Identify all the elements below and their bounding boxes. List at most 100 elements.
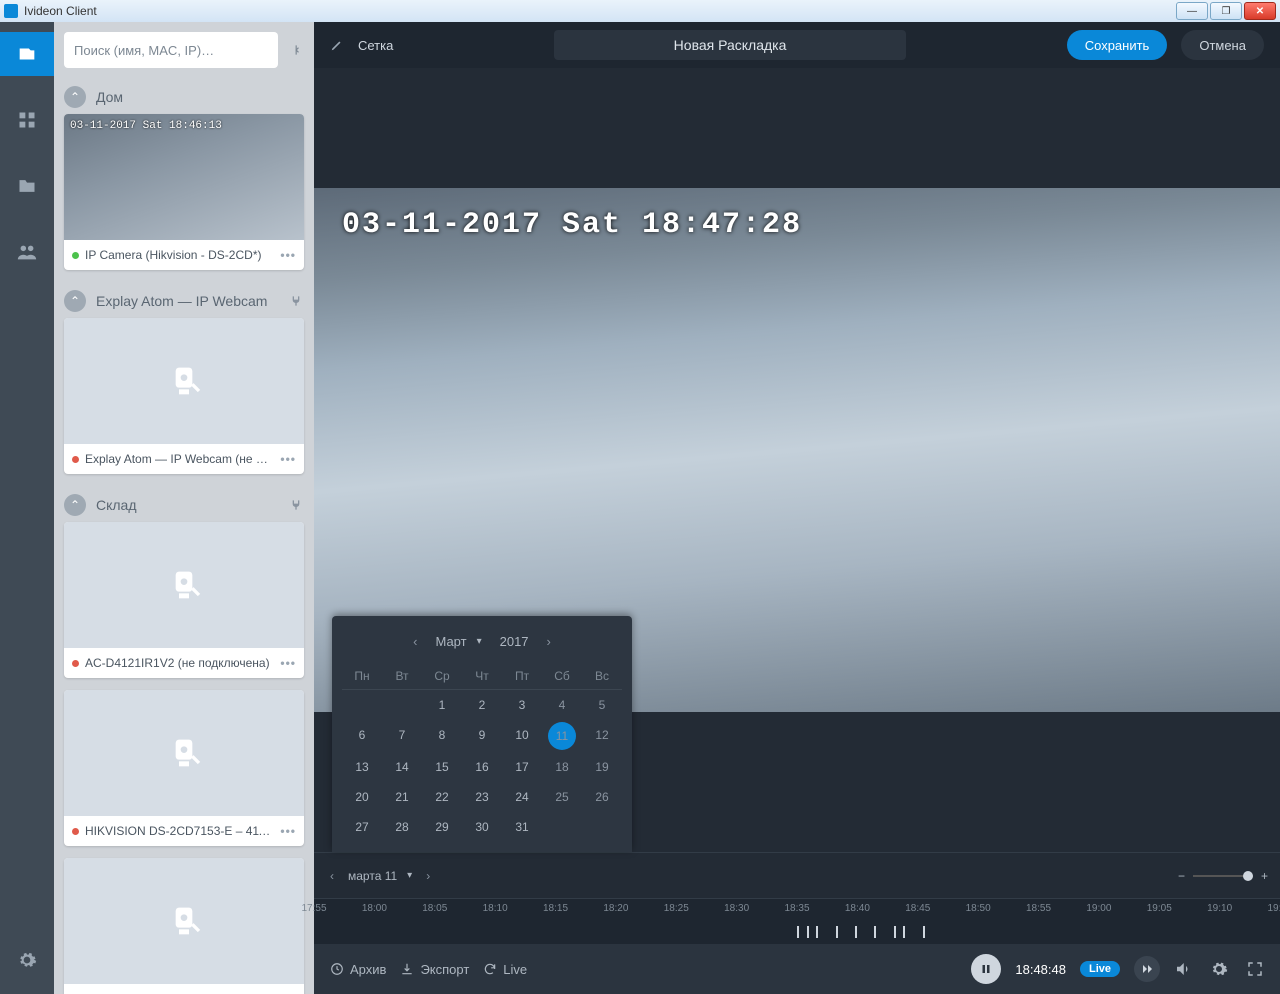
grid-icon [17, 110, 37, 130]
calendar-day[interactable]: 7 [382, 720, 422, 752]
calendar-day[interactable]: 2 [462, 690, 502, 720]
calendar-day[interactable]: 9 [462, 720, 502, 752]
chevron-down-icon: ▾ [477, 636, 482, 647]
timeline-next-button[interactable]: › [422, 869, 434, 883]
calendar-day[interactable]: 15 [422, 752, 462, 782]
timeline-tick: 18:40 [845, 903, 870, 914]
camera-card[interactable]: HIKVISION DS-2CD7153-E – 4111…••• [64, 690, 304, 846]
calendar-day[interactable]: 13 [342, 752, 382, 782]
current-time: 18:48:48 [1015, 962, 1066, 977]
calendar-day[interactable]: 3 [502, 690, 542, 720]
search-placeholder: Поиск (имя, MAC, IP)… [74, 43, 214, 58]
camera-menu-button[interactable]: ••• [280, 248, 296, 262]
calendar-prev-button[interactable]: ‹ [405, 630, 425, 653]
window-close-button[interactable]: ✕ [1244, 2, 1276, 20]
timeline-prev-button[interactable]: ‹ [326, 869, 338, 883]
calendar-day[interactable]: 1 [422, 690, 462, 720]
window-minimize-button[interactable]: — [1176, 2, 1208, 20]
calendar-day[interactable]: 26 [582, 782, 622, 812]
calendar-day[interactable]: 25 [542, 782, 582, 812]
nav-settings[interactable] [0, 938, 54, 982]
zoom-slider[interactable] [1193, 875, 1253, 877]
chevron-down-icon[interactable]: ▾ [407, 870, 412, 881]
camera-group-header[interactable]: ⌃Дом [54, 78, 314, 114]
calendar-day[interactable]: 17 [502, 752, 542, 782]
timeline-date-label[interactable]: марта 11 [348, 869, 397, 883]
calendar-popup: ‹ Март ▾ 2017 › ПнВтСрЧтПтСбВс1234567891… [332, 616, 632, 852]
pencil-icon [330, 38, 344, 52]
app-icon [4, 4, 18, 18]
calendar-weekday: Сб [542, 663, 582, 690]
camera-menu-button[interactable]: ••• [280, 656, 296, 670]
camera-offline-placeholder [64, 318, 304, 444]
zoom-out-button[interactable]: − [1178, 869, 1185, 883]
timeline-ticks[interactable]: 17:5518:0018:0518:1018:1518:2018:2518:30… [314, 898, 1280, 944]
group-name: Склад [96, 497, 278, 513]
calendar-day[interactable]: 11 [548, 722, 576, 750]
video-viewer[interactable]: 03-11-2017 Sat 18:47:28 ‹ Март ▾ 2017 › … [314, 68, 1280, 852]
camera-group-header[interactable]: ⌃Explay Atom — IP Webcam [54, 282, 314, 318]
calendar-day[interactable]: 10 [502, 720, 542, 752]
calendar-day[interactable]: 22 [422, 782, 462, 812]
layout-name-input[interactable]: Новая Раскладка [554, 30, 907, 60]
search-input[interactable]: Поиск (имя, MAC, IP)… [64, 32, 278, 68]
camera-menu-button[interactable]: ••• [280, 452, 296, 466]
nav-files[interactable] [0, 164, 54, 208]
timeline-event-mark [855, 926, 857, 938]
step-forward-button[interactable] [1134, 956, 1160, 982]
window-titlebar: Ivideon Client — ❐ ✕ [0, 0, 1280, 22]
sidebar-collapse-button[interactable] [284, 32, 306, 68]
edit-layout-button[interactable] [330, 38, 344, 52]
calendar-day[interactable]: 12 [582, 720, 622, 752]
archive-button[interactable]: Архив [330, 962, 386, 977]
save-button[interactable]: Сохранить [1067, 30, 1168, 60]
play-pause-button[interactable] [971, 954, 1001, 984]
window-maximize-button[interactable]: ❐ [1210, 2, 1242, 20]
chevron-up-icon: ⌃ [64, 86, 86, 108]
settings-button[interactable] [1210, 960, 1228, 978]
calendar-day[interactable]: 18 [542, 752, 582, 782]
calendar-day[interactable]: 20 [342, 782, 382, 812]
calendar-day[interactable]: 16 [462, 752, 502, 782]
calendar-day[interactable]: 28 [382, 812, 422, 842]
cancel-button[interactable]: Отмена [1181, 30, 1264, 60]
calendar-day[interactable]: 5 [582, 690, 622, 720]
camera-card[interactable]: ••• [64, 858, 304, 994]
calendar-day[interactable]: 29 [422, 812, 462, 842]
camera-card[interactable]: AC-D4121IR1V2 (не подключена)••• [64, 522, 304, 678]
calendar-day[interactable]: 4 [542, 690, 582, 720]
calendar-day[interactable]: 31 [502, 812, 542, 842]
live-mode-button[interactable]: Live [483, 962, 527, 977]
camera-menu-button[interactable]: ••• [280, 824, 296, 838]
fullscreen-button[interactable] [1246, 960, 1264, 978]
nav-cameras[interactable] [0, 32, 54, 76]
calendar-year[interactable]: 2017 [500, 634, 529, 649]
timeline-event-mark [836, 926, 838, 938]
camera-card[interactable]: Explay Atom — IP Webcam (не по…••• [64, 318, 304, 474]
calendar-day[interactable]: 23 [462, 782, 502, 812]
camera-offline-placeholder [64, 690, 304, 816]
folder-icon [17, 176, 37, 196]
camera-card[interactable]: 03-11-2017 Sat 18:46:13IP Camera (Hikvis… [64, 114, 304, 270]
calendar-day[interactable]: 21 [382, 782, 422, 812]
zoom-in-button[interactable]: + [1261, 869, 1268, 883]
calendar-day[interactable]: 19 [582, 752, 622, 782]
timeline-tick: 18:30 [724, 903, 749, 914]
calendar-day[interactable]: 8 [422, 720, 462, 752]
camera-thumbnail: 03-11-2017 Sat 18:46:13 [64, 114, 304, 240]
nav-layouts[interactable] [0, 98, 54, 142]
calendar-day[interactable]: 30 [462, 812, 502, 842]
timeline-tick: 18:10 [483, 903, 508, 914]
calendar-day[interactable]: 24 [502, 782, 542, 812]
volume-button[interactable] [1174, 960, 1192, 978]
export-button[interactable]: Экспорт [400, 962, 469, 977]
calendar-day[interactable]: 6 [342, 720, 382, 752]
camera-group-header[interactable]: ⌃Склад [54, 486, 314, 522]
nav-users[interactable] [0, 230, 54, 274]
calendar-month[interactable]: Март [435, 634, 466, 649]
calendar-day[interactable]: 27 [342, 812, 382, 842]
calendar-day[interactable]: 14 [382, 752, 422, 782]
refresh-icon [483, 962, 497, 976]
calendar-next-button[interactable]: › [539, 630, 559, 653]
grid-label[interactable]: Сетка [358, 38, 393, 53]
